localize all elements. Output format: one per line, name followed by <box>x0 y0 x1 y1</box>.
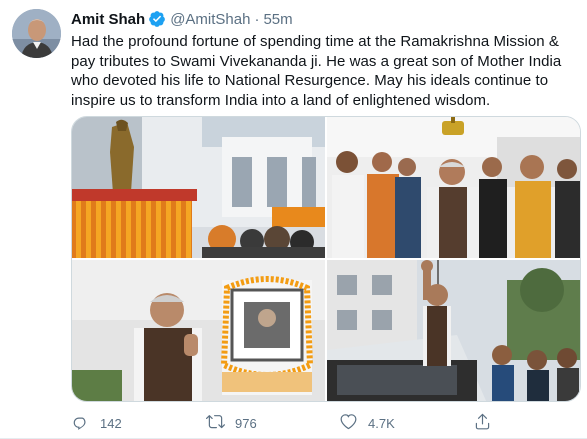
verified-badge-icon <box>148 10 166 28</box>
retweet-icon <box>206 412 225 434</box>
tweet-timestamp[interactable]: 55m <box>263 11 292 28</box>
photo-portrait-tribute[interactable] <box>72 260 325 401</box>
avatar[interactable] <box>12 9 61 58</box>
share-icon <box>473 412 492 434</box>
reply-icon <box>71 412 90 434</box>
header-separator: · <box>254 10 260 28</box>
author-name[interactable]: Amit Shah <box>71 11 145 28</box>
photo-waving-car[interactable] <box>327 260 580 401</box>
tweet-header: Amit Shah @AmitShah · 55m <box>71 9 293 29</box>
share-button[interactable] <box>473 412 492 434</box>
retweet-count: 976 <box>235 415 257 431</box>
media-grid <box>71 116 581 402</box>
like-button[interactable]: 4.7K <box>339 412 395 434</box>
like-count: 4.7K <box>368 415 395 431</box>
retweet-button[interactable]: 976 <box>206 412 257 434</box>
author-handle[interactable]: @AmitShah <box>170 11 250 28</box>
photo-group-namaste[interactable] <box>327 117 580 258</box>
tweet-text: Had the profound fortune of spending tim… <box>71 33 562 109</box>
heart-icon <box>339 412 358 434</box>
reply-count: 142 <box>100 415 122 431</box>
tweet-actions: 142 976 4.7K <box>71 412 581 434</box>
reply-button[interactable]: 142 <box>71 412 122 434</box>
tweet-card[interactable]: Amit Shah @AmitShah · 55m Had the profou… <box>0 0 587 439</box>
photo-statue-tribute[interactable] <box>72 117 325 258</box>
